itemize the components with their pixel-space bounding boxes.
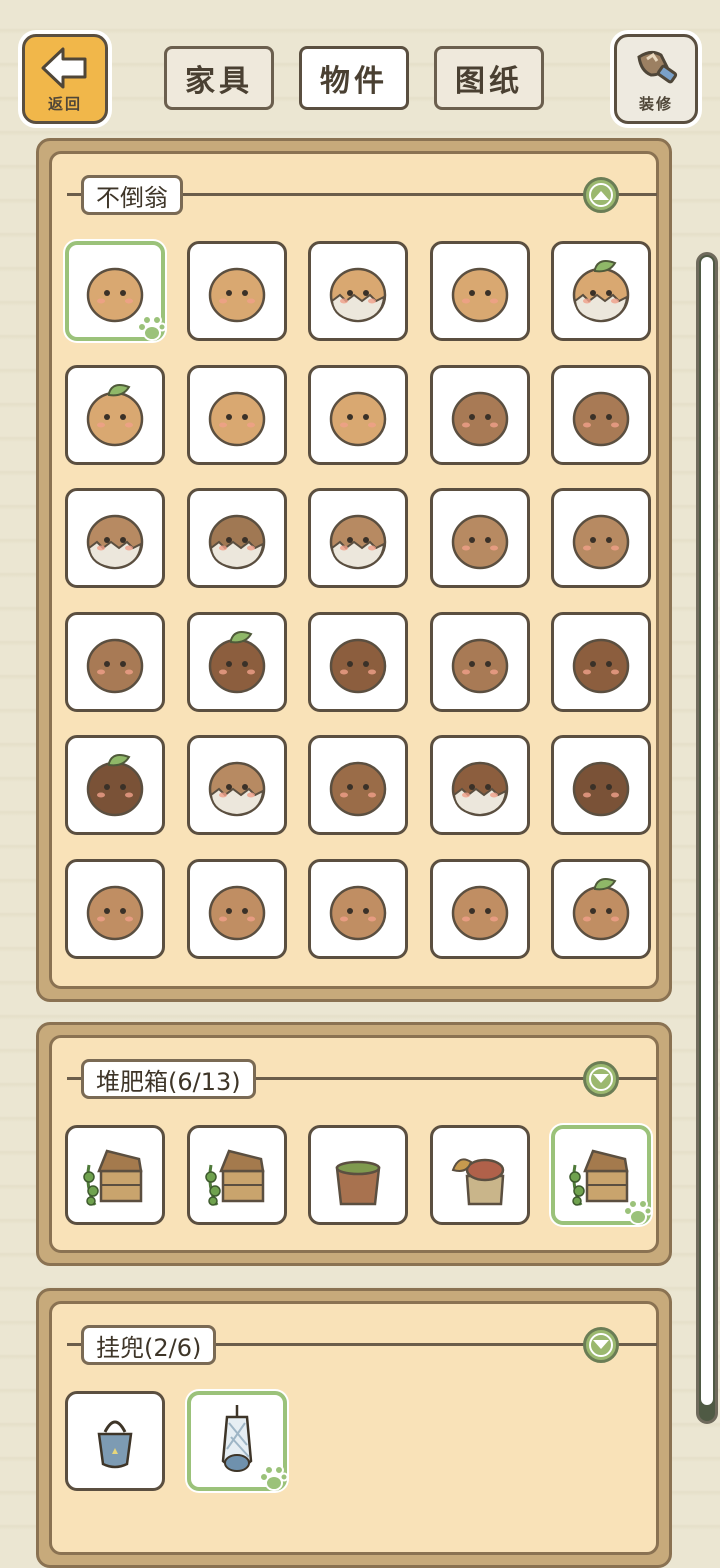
compost-box-icon <box>335 1160 381 1206</box>
daruma-icon <box>329 885 387 940</box>
item-slot[interactable] <box>65 1391 165 1491</box>
top-bar: 返回 家具 物件 图纸 装修 <box>0 0 720 130</box>
daruma-icon <box>329 514 387 570</box>
item-slot[interactable] <box>551 1125 651 1225</box>
chevron-up-icon <box>593 191 609 200</box>
chevron-down-icon <box>593 1074 609 1083</box>
daruma-icon <box>329 267 387 323</box>
item-slot[interactable] <box>65 735 165 835</box>
section-daruma: 不倒翁 <box>36 138 672 1002</box>
item-slot[interactable] <box>65 364 165 465</box>
scrollbar-thumb[interactable] <box>701 257 713 1405</box>
item-slot[interactable] <box>65 1125 165 1225</box>
decorate-button[interactable]: 装修 <box>614 34 698 124</box>
daruma-icon <box>208 885 265 940</box>
item-slot[interactable] <box>551 611 651 712</box>
daruma-icon <box>572 761 630 817</box>
item-slot[interactable] <box>186 1125 287 1225</box>
item-slot[interactable] <box>429 858 530 959</box>
compost-box-icon <box>451 1158 504 1206</box>
daruma-icon <box>208 267 265 323</box>
daruma-icon <box>208 761 265 817</box>
decorate-button-label: 装修 <box>638 94 673 113</box>
item-slot[interactable] <box>308 1125 408 1225</box>
item-slot[interactable] <box>65 858 165 959</box>
tab-items[interactable]: 物件 <box>299 46 409 110</box>
paw-icon <box>258 1465 287 1491</box>
daruma-icon <box>86 638 144 693</box>
compost-box-icon <box>204 1149 264 1206</box>
daruma-icon <box>572 638 630 693</box>
tab-furniture[interactable]: 家具 <box>164 46 274 110</box>
item-slot[interactable] <box>551 735 651 835</box>
item-slot[interactable] <box>308 735 408 835</box>
daruma-icon <box>572 877 630 940</box>
daruma-icon <box>451 514 508 570</box>
item-slot[interactable] <box>186 364 287 465</box>
item-slot[interactable] <box>308 858 408 959</box>
daruma-icon <box>86 383 144 446</box>
daruma-icon <box>572 260 630 323</box>
item-slot[interactable] <box>429 735 530 835</box>
back-button[interactable]: 返回 <box>22 34 108 124</box>
item-slot[interactable] <box>429 1125 530 1225</box>
collapse-toggle[interactable] <box>583 177 619 213</box>
daruma-icon <box>451 267 508 323</box>
item-slot[interactable] <box>186 241 287 341</box>
paint-brush-icon <box>637 50 678 83</box>
item-slot[interactable] <box>551 858 651 959</box>
item-slot[interactable] <box>65 611 165 712</box>
item-slot[interactable] <box>429 364 530 465</box>
item-slot[interactable] <box>429 611 530 712</box>
daruma-icon <box>451 885 508 940</box>
item-slot[interactable] <box>551 241 651 341</box>
section-title: 挂兜(2/6) <box>81 1325 217 1365</box>
item-slot[interactable] <box>551 488 651 588</box>
scrollbar[interactable] <box>696 252 718 1424</box>
item-slot[interactable] <box>308 241 408 341</box>
item-slot[interactable] <box>186 1391 287 1491</box>
item-slot[interactable] <box>551 364 651 465</box>
item-slot[interactable] <box>186 735 287 835</box>
hanging-pouch-icon <box>97 1420 133 1469</box>
daruma-icon <box>208 514 265 570</box>
daruma-icon <box>329 761 387 817</box>
chevron-down-icon <box>593 1340 609 1349</box>
tab-blueprints[interactable]: 图纸 <box>434 46 544 110</box>
daruma-icon <box>86 514 144 570</box>
paw-icon <box>137 315 165 341</box>
item-slot[interactable] <box>65 241 165 341</box>
expand-toggle[interactable] <box>583 1061 619 1097</box>
back-arrow-icon <box>41 47 87 88</box>
item-slot[interactable] <box>429 488 530 588</box>
item-slot[interactable] <box>186 858 287 959</box>
daruma-icon <box>451 638 508 693</box>
compost-box-icon <box>83 1149 143 1206</box>
item-slot[interactable] <box>308 611 408 712</box>
daruma-icon <box>86 885 144 940</box>
daruma-icon <box>86 754 144 817</box>
daruma-icon <box>572 514 630 570</box>
daruma-icon <box>451 761 508 817</box>
item-slot[interactable] <box>308 488 408 588</box>
daruma-icon <box>451 391 508 446</box>
daruma-icon <box>329 391 387 446</box>
daruma-icon <box>208 630 265 693</box>
daruma-icon <box>329 638 387 693</box>
section-compost: 堆肥箱(6/13) <box>36 1022 672 1266</box>
daruma-icon <box>208 391 265 446</box>
daruma-icon <box>572 391 630 446</box>
section-title: 堆肥箱(6/13) <box>81 1059 256 1099</box>
expand-toggle[interactable] <box>583 1327 619 1363</box>
item-slot[interactable] <box>65 488 165 588</box>
section-title: 不倒翁 <box>81 175 183 215</box>
item-slot[interactable] <box>186 488 287 588</box>
paw-icon <box>623 1199 651 1225</box>
item-slot[interactable] <box>429 241 530 341</box>
item-slot[interactable] <box>186 611 287 712</box>
item-slot[interactable] <box>308 364 408 465</box>
back-button-label: 返回 <box>47 94 82 113</box>
section-pouch: 挂兜(2/6) <box>36 1288 672 1568</box>
